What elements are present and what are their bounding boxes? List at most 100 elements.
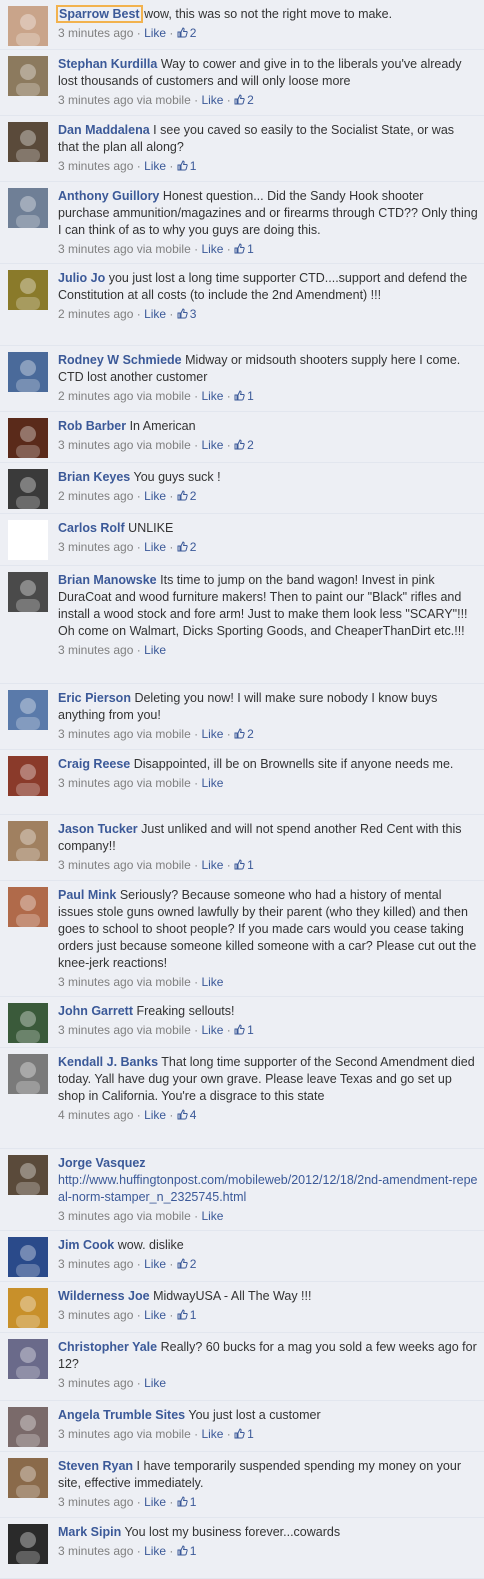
- like-button[interactable]: Like: [144, 1257, 166, 1271]
- comment-timestamp[interactable]: 3 minutes ago: [58, 159, 133, 173]
- comment-timestamp[interactable]: 3 minutes ago: [58, 776, 133, 790]
- like-button[interactable]: Like: [144, 1108, 166, 1122]
- avatar[interactable]: [8, 1339, 48, 1379]
- avatar[interactable]: [8, 56, 48, 96]
- comment-author[interactable]: Rob Barber: [58, 419, 126, 433]
- like-count[interactable]: 2: [234, 727, 254, 741]
- like-count[interactable]: 3: [177, 307, 196, 321]
- avatar[interactable]: [8, 1524, 48, 1564]
- comment-timestamp[interactable]: 3 minutes ago: [58, 1308, 133, 1322]
- comment-author[interactable]: Sparrow Best: [56, 5, 143, 23]
- avatar[interactable]: [8, 469, 48, 509]
- comment-timestamp[interactable]: 3 minutes ago: [58, 727, 133, 741]
- avatar[interactable]: [8, 6, 48, 46]
- avatar[interactable]: [8, 418, 48, 458]
- avatar[interactable]: [8, 1288, 48, 1328]
- comment-author[interactable]: Angela Trumble Sites: [58, 1408, 185, 1422]
- comment-timestamp[interactable]: 3 minutes ago: [58, 1544, 133, 1558]
- like-count[interactable]: 1: [234, 858, 254, 872]
- like-count[interactable]: 1: [177, 1495, 196, 1509]
- like-button[interactable]: Like: [144, 307, 166, 321]
- comment-author[interactable]: Steven Ryan: [58, 1459, 133, 1473]
- comment-timestamp[interactable]: 3 minutes ago: [58, 1257, 133, 1271]
- comment-author[interactable]: Carlos Rolf: [58, 521, 125, 535]
- like-button[interactable]: Like: [201, 1209, 223, 1223]
- like-button[interactable]: Like: [144, 643, 166, 657]
- like-count[interactable]: 2: [177, 540, 196, 554]
- comment-timestamp[interactable]: 3 minutes ago: [58, 975, 133, 989]
- like-button[interactable]: Like: [144, 159, 166, 173]
- like-button[interactable]: Like: [201, 242, 223, 256]
- avatar[interactable]: [8, 1407, 48, 1447]
- like-count[interactable]: 2: [177, 489, 196, 503]
- comment-author[interactable]: Anthony Guillory: [58, 189, 159, 203]
- like-button[interactable]: Like: [201, 975, 223, 989]
- comment-author[interactable]: Eric Pierson: [58, 691, 131, 705]
- comment-author[interactable]: Paul Mink: [58, 888, 116, 902]
- comment-author[interactable]: Brian Keyes: [58, 470, 130, 484]
- comment-author[interactable]: Brian Manowske: [58, 573, 157, 587]
- avatar[interactable]: [8, 1155, 48, 1195]
- like-count[interactable]: 1: [234, 389, 254, 403]
- comment-author[interactable]: Wilderness Joe: [58, 1289, 150, 1303]
- avatar[interactable]: [8, 756, 48, 796]
- comment-timestamp[interactable]: 3 minutes ago: [58, 1209, 133, 1223]
- comment-timestamp[interactable]: 3 minutes ago: [58, 858, 133, 872]
- comment-timestamp[interactable]: 2 minutes ago: [58, 307, 133, 321]
- comment-author[interactable]: Julio Jo: [58, 271, 105, 285]
- comment-timestamp[interactable]: 3 minutes ago: [58, 93, 133, 107]
- avatar[interactable]: [8, 270, 48, 310]
- comment-timestamp[interactable]: 3 minutes ago: [58, 26, 133, 40]
- like-count[interactable]: 1: [177, 1544, 196, 1558]
- comment-author[interactable]: Dan Maddalena: [58, 123, 150, 137]
- comment-author[interactable]: Mark Sipin: [58, 1525, 121, 1539]
- comment-author[interactable]: John Garrett: [58, 1004, 133, 1018]
- like-button[interactable]: Like: [144, 489, 166, 503]
- like-count[interactable]: 2: [177, 1257, 196, 1271]
- like-count[interactable]: 1: [177, 159, 196, 173]
- like-button[interactable]: Like: [201, 1427, 223, 1441]
- avatar[interactable]: [8, 690, 48, 730]
- like-button[interactable]: Like: [144, 1544, 166, 1558]
- avatar[interactable]: [8, 1237, 48, 1277]
- avatar[interactable]: [8, 520, 48, 560]
- like-count[interactable]: 1: [234, 242, 254, 256]
- like-count[interactable]: 1: [177, 1308, 196, 1322]
- like-button[interactable]: Like: [144, 1308, 166, 1322]
- like-button[interactable]: Like: [201, 438, 223, 452]
- like-button[interactable]: Like: [201, 93, 223, 107]
- comment-timestamp[interactable]: 3 minutes ago: [58, 438, 133, 452]
- comment-timestamp[interactable]: 2 minutes ago: [58, 389, 133, 403]
- comment-timestamp[interactable]: 3 minutes ago: [58, 1376, 133, 1390]
- comment-timestamp[interactable]: 3 minutes ago: [58, 643, 133, 657]
- comment-link[interactable]: http://www.huffingtonpost.com/mobileweb/…: [58, 1173, 477, 1204]
- avatar[interactable]: [8, 122, 48, 162]
- comment-author[interactable]: Kendall J. Banks: [58, 1055, 158, 1069]
- like-button[interactable]: Like: [201, 858, 223, 872]
- avatar[interactable]: [8, 572, 48, 612]
- comment-timestamp[interactable]: 3 minutes ago: [58, 1427, 133, 1441]
- comment-timestamp[interactable]: 3 minutes ago: [58, 242, 133, 256]
- like-button[interactable]: Like: [201, 776, 223, 790]
- avatar[interactable]: [8, 1054, 48, 1094]
- comment-timestamp[interactable]: 4 minutes ago: [58, 1108, 133, 1122]
- comment-timestamp[interactable]: 3 minutes ago: [58, 1023, 133, 1037]
- like-count[interactable]: 2: [234, 438, 254, 452]
- like-button[interactable]: Like: [144, 540, 166, 554]
- like-button[interactable]: Like: [144, 1376, 166, 1390]
- comment-timestamp[interactable]: 3 minutes ago: [58, 540, 133, 554]
- like-button[interactable]: Like: [144, 26, 166, 40]
- comment-author[interactable]: Craig Reese: [58, 757, 130, 771]
- avatar[interactable]: [8, 352, 48, 392]
- comment-timestamp[interactable]: 2 minutes ago: [58, 489, 133, 503]
- comment-author[interactable]: Jim Cook: [58, 1238, 114, 1252]
- avatar[interactable]: [8, 188, 48, 228]
- like-button[interactable]: Like: [201, 727, 223, 741]
- comment-timestamp[interactable]: 3 minutes ago: [58, 1495, 133, 1509]
- like-count[interactable]: 1: [234, 1023, 254, 1037]
- comment-author[interactable]: Jason Tucker: [58, 822, 138, 836]
- like-button[interactable]: Like: [201, 389, 223, 403]
- like-button[interactable]: Like: [144, 1495, 166, 1509]
- avatar[interactable]: [8, 1003, 48, 1043]
- like-count[interactable]: 1: [234, 1427, 254, 1441]
